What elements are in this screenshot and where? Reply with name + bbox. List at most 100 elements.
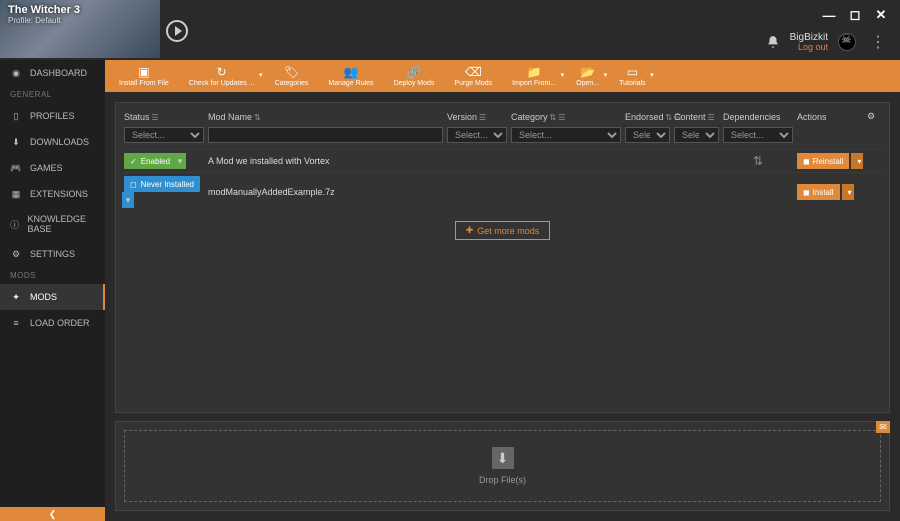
- deps-filter[interactable]: Select...: [723, 127, 793, 143]
- list-icon[interactable]: ☰: [479, 113, 486, 122]
- action-dropdown[interactable]: ▾: [842, 184, 854, 200]
- game-profile: Profile: Default: [8, 16, 152, 25]
- dropzone-label: Drop File(s): [479, 475, 526, 485]
- sidebar-item-extensions[interactable]: ▦EXTENSIONS: [0, 181, 105, 207]
- action-reinstall[interactable]: ◼Reinstall: [797, 153, 849, 169]
- endorsed-filter[interactable]: Selec: [625, 127, 670, 143]
- sidebar-header: GENERAL: [0, 86, 105, 103]
- tool-tutorials[interactable]: ▭Tutorials▾: [611, 62, 654, 90]
- gear-icon[interactable]: ⚙: [861, 111, 881, 122]
- chevron-down-icon: ▾: [561, 72, 565, 79]
- col-endorsed-header[interactable]: Endorsed: [625, 112, 664, 122]
- sort-icon[interactable]: ⇅: [254, 113, 261, 122]
- table-row[interactable]: ✓Enabled▾A Mod we installed with Vortex⇅…: [124, 149, 881, 172]
- tool-icon: 🏷: [284, 66, 299, 78]
- action-icon: ◼: [803, 188, 810, 197]
- sidebar-icon: ⚙: [10, 248, 22, 260]
- category-filter[interactable]: Select...: [511, 127, 621, 143]
- status-icon: ✓: [130, 157, 137, 166]
- tool-icon: ↻: [217, 66, 227, 78]
- chevron-down-icon: ▾: [259, 72, 263, 79]
- sidebar-item-profiles[interactable]: ▯PROFILES: [0, 103, 105, 129]
- maximize-button[interactable]: ◻: [848, 8, 862, 22]
- mod-name: modManuallyAddedExample.7z: [208, 187, 443, 197]
- sidebar-item-mods[interactable]: ✦MODS: [0, 284, 105, 310]
- version-filter[interactable]: Select...: [447, 127, 507, 143]
- list-icon[interactable]: ☰: [558, 113, 565, 122]
- bell-icon[interactable]: [766, 35, 780, 49]
- dropzone-flag-icon[interactable]: ✉: [876, 421, 890, 433]
- sidebar-item-games[interactable]: 🎮GAMES: [0, 155, 105, 181]
- tool-deploy-mods[interactable]: 🔗Deploy Mods: [386, 62, 443, 90]
- name-filter[interactable]: [208, 127, 443, 143]
- sidebar: ◉DASHBOARDGENERAL▯PROFILES⬇DOWNLOADS🎮GAM…: [0, 60, 105, 521]
- chevron-down-icon: ▾: [650, 72, 654, 79]
- list-icon[interactable]: ☰: [708, 113, 715, 122]
- sidebar-item-load-order[interactable]: ≡LOAD ORDER: [0, 310, 105, 336]
- game-title: The Witcher 3: [8, 4, 152, 16]
- download-icon: ⬇: [492, 447, 514, 469]
- sidebar-icon: ✦: [10, 291, 22, 303]
- tool-check-for-updates[interactable]: ↻Check for Updates ...▾: [181, 62, 263, 90]
- close-button[interactable]: ✕: [874, 8, 888, 22]
- mods-table: Status☰ Mod Name⇅ Version☰ Category⇅☰ En…: [115, 102, 890, 413]
- tool-icon: 📂: [580, 66, 595, 78]
- sidebar-icon: ⬇: [10, 136, 22, 148]
- file-dropzone[interactable]: ⬇ Drop File(s): [124, 430, 881, 502]
- col-category-header[interactable]: Category: [511, 112, 548, 122]
- action-install[interactable]: ◼Install: [797, 184, 840, 200]
- sidebar-item-settings[interactable]: ⚙SETTINGS: [0, 241, 105, 267]
- status-dropdown[interactable]: ▾: [174, 153, 186, 169]
- minimize-button[interactable]: —: [822, 8, 836, 22]
- col-deps-header[interactable]: Dependencies: [723, 112, 781, 122]
- tool-icon: ▭: [627, 66, 638, 78]
- sidebar-icon: ≡: [10, 317, 22, 329]
- list-icon[interactable]: ☰: [674, 113, 681, 122]
- col-version-header[interactable]: Version: [447, 112, 477, 122]
- sidebar-item-dashboard[interactable]: ◉DASHBOARD: [0, 60, 105, 86]
- get-more-mods-button[interactable]: ✚ Get more mods: [455, 221, 551, 240]
- tool-install-from-file[interactable]: ▣Install From File: [111, 62, 177, 90]
- tool-manage-rules[interactable]: 👥Manage Rules: [320, 62, 381, 90]
- content-filter[interactable]: Selec: [674, 127, 719, 143]
- play-icon[interactable]: [166, 20, 188, 42]
- sidebar-item-knowledge-base[interactable]: ⓘKNOWLEDGE BASE: [0, 207, 105, 241]
- sidebar-icon: ◉: [10, 67, 22, 79]
- tool-import-from[interactable]: 📁Import From...▾: [504, 62, 564, 90]
- collapse-sidebar-button[interactable]: ❮: [0, 507, 105, 521]
- status-pill[interactable]: ✓Enabled: [124, 153, 176, 169]
- col-name-header[interactable]: Mod Name: [208, 112, 252, 122]
- tool-icon: ▣: [138, 66, 149, 78]
- status-filter[interactable]: Select...: [124, 127, 204, 143]
- sidebar-item-downloads[interactable]: ⬇DOWNLOADS: [0, 129, 105, 155]
- col-actions-header: Actions: [797, 112, 827, 122]
- status-pill[interactable]: ◻Never Installed: [124, 176, 200, 192]
- tool-purge-mods[interactable]: ⌫Purge Mods: [446, 62, 500, 90]
- tool-icon: ⌫: [465, 66, 482, 78]
- sidebar-icon: ⓘ: [10, 218, 20, 230]
- game-banner[interactable]: The Witcher 3 Profile: Default: [0, 0, 160, 58]
- action-dropdown[interactable]: ▾: [851, 153, 863, 169]
- tool-categories[interactable]: 🏷Categories: [267, 62, 317, 90]
- sort-icon[interactable]: ⇅: [550, 113, 557, 122]
- puzzle-icon: ✚: [466, 225, 474, 236]
- list-icon[interactable]: ☰: [152, 113, 159, 122]
- table-row[interactable]: ◻Never Installed▾modManuallyAddedExample…: [124, 172, 881, 211]
- logout-link[interactable]: Log out: [790, 43, 828, 53]
- dependency-icon[interactable]: ⇅: [723, 154, 793, 168]
- more-menu-icon[interactable]: ⋮: [866, 32, 890, 52]
- tool-open[interactable]: 📂Open...▾: [568, 62, 607, 90]
- sidebar-icon: ▯: [10, 110, 22, 122]
- sidebar-header: MODS: [0, 267, 105, 284]
- action-icon: ◼: [803, 157, 810, 166]
- sidebar-icon: ▦: [10, 188, 22, 200]
- sort-icon[interactable]: ⇅: [666, 113, 673, 122]
- mod-name: A Mod we installed with Vortex: [208, 156, 443, 166]
- tool-icon: 🔗: [407, 66, 422, 78]
- tool-icon: 📁: [527, 66, 542, 78]
- col-status-header[interactable]: Status: [124, 112, 150, 122]
- status-dropdown[interactable]: ▾: [122, 192, 134, 208]
- avatar[interactable]: [838, 33, 856, 51]
- chevron-down-icon: ▾: [604, 72, 608, 79]
- toolbar: ▣Install From File↻Check for Updates ...…: [105, 60, 900, 92]
